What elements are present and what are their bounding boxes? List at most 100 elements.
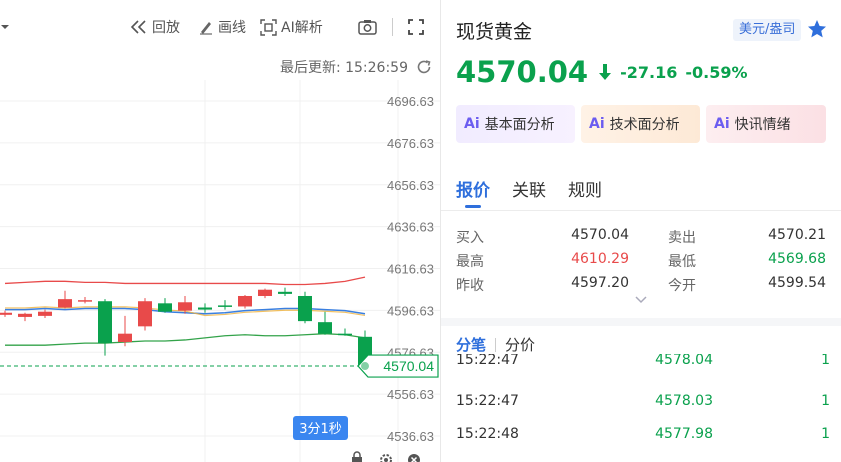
quote-panel: 现货黄金 美元/盎司 4570.04 -27.16 -0.59% Ai 基本面分… xyxy=(441,0,841,462)
fundamental-analysis-button[interactable]: Ai 基本面分析 xyxy=(456,105,575,143)
technical-analysis-button[interactable]: Ai 技术面分析 xyxy=(581,105,700,143)
prev-close-value: 4597.20 xyxy=(571,275,629,291)
replay-label: 回放 xyxy=(152,20,180,36)
y-axis-tick-label: 4696.63 xyxy=(387,94,434,109)
news-sentiment-label: 快讯情绪 xyxy=(734,117,791,133)
ai-badge-icon: Ai xyxy=(589,116,605,132)
current-price-tag-label: 4570.04 xyxy=(383,358,434,374)
ai-badge-icon: Ai xyxy=(714,116,730,132)
candle-body xyxy=(218,305,232,307)
ai-analysis-label: AI解析 xyxy=(281,20,323,36)
candle-body xyxy=(338,333,352,336)
low-value: 4569.68 xyxy=(768,251,826,267)
candle-body xyxy=(0,312,12,315)
candle-body xyxy=(18,313,32,317)
high-value: 4610.29 xyxy=(571,251,629,267)
settings-icon[interactable] xyxy=(380,454,392,462)
ask-value: 4570.21 xyxy=(768,227,826,243)
price-row: 4570.04 -27.16 -0.59% xyxy=(456,55,756,89)
quote-row-high-low: 最高 4610.29 最低 4569.68 xyxy=(456,251,826,275)
tick-list[interactable]: 15:22:47 4578.04 1 15:22:47 4578.03 1 15… xyxy=(456,354,830,462)
candle-body xyxy=(318,322,332,334)
prev-close-label: 昨收 xyxy=(456,278,484,294)
current-price: 4570.04 xyxy=(456,55,589,89)
tick-tab-divider xyxy=(495,337,497,352)
fullscreen-icon[interactable] xyxy=(408,17,428,37)
close-icon[interactable] xyxy=(408,454,420,462)
news-sentiment-button[interactable]: Ai 快讯情绪 xyxy=(706,105,826,143)
candle-body xyxy=(138,301,152,327)
tab-rules[interactable]: 规则 xyxy=(568,176,602,201)
candle-body xyxy=(38,311,52,316)
replay-button[interactable]: 回放 xyxy=(130,17,180,37)
rewind-icon xyxy=(130,20,146,34)
price-change-percent: -0.59% xyxy=(685,62,748,82)
tick-volume: 1 xyxy=(821,354,830,368)
candle-body xyxy=(178,302,192,311)
tabs-divider xyxy=(441,210,841,211)
instrument-title: 现货黄金 xyxy=(456,21,533,43)
candle-body xyxy=(278,291,292,294)
list-item: 15:22:48 4577.98 1 xyxy=(456,426,830,446)
tick-volume: 1 xyxy=(821,426,830,442)
pen-icon xyxy=(200,22,212,35)
candle-body xyxy=(298,295,312,322)
ai-scan-icon xyxy=(260,18,277,36)
expand-chevron-icon[interactable] xyxy=(627,294,655,306)
tick-time: 15:22:48 xyxy=(456,426,519,442)
candle-body xyxy=(258,289,272,296)
y-axis-tick-label: 4636.63 xyxy=(387,220,434,235)
tab-quote[interactable]: 报价 xyxy=(456,176,490,201)
draw-line-label: 画线 xyxy=(218,20,246,36)
y-axis-tick-label: 4656.63 xyxy=(387,178,434,193)
quote-tabs: 报价 关联 规则 xyxy=(456,176,602,201)
countdown-label: 3分1秒 xyxy=(299,422,342,437)
toolbar-divider xyxy=(392,18,393,36)
tick-price: 4578.03 xyxy=(655,393,713,409)
candle-body xyxy=(238,295,252,307)
tab-price-distribution[interactable]: 分价 xyxy=(505,334,535,355)
list-item: 15:22:47 4578.03 1 xyxy=(456,393,830,413)
candle-body xyxy=(78,300,92,302)
quote-table: 买入 4570.04 卖出 4570.21 最高 4610.29 最低 4569… xyxy=(456,227,826,299)
last-update-label: 最后更新: 15:26:59 xyxy=(279,60,408,76)
tick-tabs: 分笔 分价 xyxy=(456,334,535,355)
draw-line-button[interactable]: 画线 xyxy=(198,17,246,37)
bollinger-lower-line xyxy=(5,333,366,346)
tick-time: 15:22:47 xyxy=(456,354,519,368)
unit-badge[interactable]: 美元/盎司 xyxy=(733,19,802,41)
y-axis-tick-label: 4536.63 xyxy=(387,429,434,444)
candle-body xyxy=(98,301,112,344)
active-tab-indicator xyxy=(465,205,481,208)
price-change: -27.16 xyxy=(620,62,678,82)
lock-icon[interactable] xyxy=(352,451,362,462)
tick-time: 15:22:47 xyxy=(456,393,519,409)
candle-body xyxy=(198,307,212,310)
candle-body xyxy=(118,333,132,343)
list-item: 15:22:47 4578.04 1 xyxy=(456,354,830,372)
refresh-icon[interactable] xyxy=(416,59,432,75)
quote-row-bid-ask: 买入 4570.04 卖出 4570.21 xyxy=(456,227,826,251)
candlestick-chart[interactable]: 4696.63 4676.63 4656.63 4636.63 4616.63 4596.… xyxy=(0,80,440,462)
open-value: 4599.54 xyxy=(768,275,826,291)
bid-value: 4570.04 xyxy=(571,227,629,243)
section-divider xyxy=(441,318,841,326)
y-axis-tick-label: 4596.63 xyxy=(387,303,434,318)
ask-label: 卖出 xyxy=(668,230,696,246)
technical-analysis-label: 技术面分析 xyxy=(609,117,680,133)
tab-related[interactable]: 关联 xyxy=(512,176,546,201)
down-arrow-icon xyxy=(599,64,612,80)
last-price-dot xyxy=(361,362,369,371)
tick-price: 4577.98 xyxy=(655,426,713,442)
tab-tick-by-tick[interactable]: 分笔 xyxy=(456,334,486,355)
period-dropdown-icon[interactable] xyxy=(0,17,14,37)
ai-badge-icon: Ai xyxy=(464,116,480,132)
y-axis-tick-label: 4616.63 xyxy=(387,262,434,277)
low-label: 最低 xyxy=(668,254,696,270)
fundamental-analysis-label: 基本面分析 xyxy=(484,117,555,133)
tick-volume: 1 xyxy=(821,393,830,409)
last-update-row: 最后更新: 15:26:59 xyxy=(280,57,432,77)
camera-icon[interactable] xyxy=(358,17,381,37)
favorite-star-icon[interactable] xyxy=(807,19,827,39)
ai-analysis-button[interactable]: AI解析 xyxy=(260,17,323,37)
